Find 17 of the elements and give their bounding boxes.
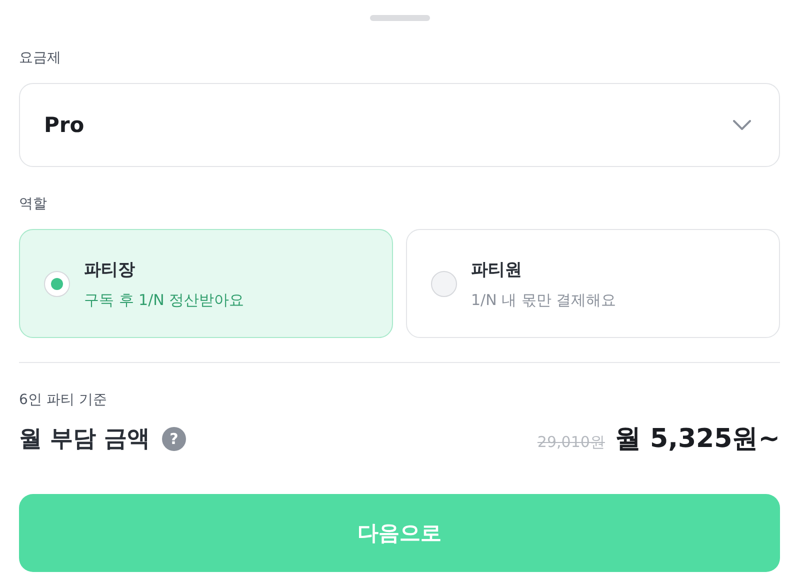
party-size-caption: 6인 파티 기준 xyxy=(19,391,108,409)
role-title: 파티원 xyxy=(471,258,523,280)
original-price: 29,010원 xyxy=(537,433,605,452)
radio-button[interactable] xyxy=(44,270,70,296)
plan-label: 요금제 xyxy=(19,49,62,67)
role-option[interactable]: 파티장 구독 후 1/N 정산받아요 xyxy=(19,229,393,338)
role-title: 파티장 xyxy=(84,258,136,280)
plan-select[interactable]: Pro xyxy=(19,83,780,167)
monthly-price: 월 5,325원~ xyxy=(614,423,780,456)
radio-button[interactable] xyxy=(431,270,457,296)
sheet-handle[interactable] xyxy=(370,15,430,21)
monthly-cost-title: 월 부담 금액 xyxy=(19,425,150,454)
role-label: 역할 xyxy=(19,195,48,213)
chevron-down-icon xyxy=(733,120,751,130)
role-description: 1/N 내 몫만 결제해요 xyxy=(471,290,616,310)
role-description: 구독 후 1/N 정산받아요 xyxy=(84,290,244,310)
role-option[interactable]: 파티원 1/N 내 몫만 결제해요 xyxy=(406,229,780,338)
